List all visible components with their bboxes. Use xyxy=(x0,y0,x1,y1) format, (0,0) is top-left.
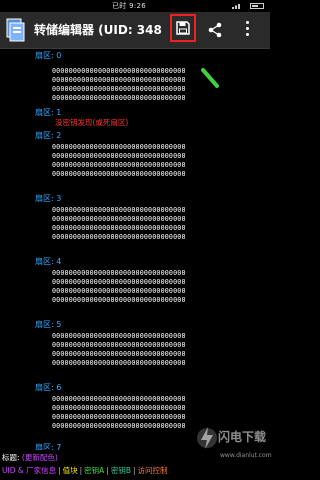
block-row: 00000000000000000000000000000000 xyxy=(52,143,186,151)
block-row: 00000000000000000000000000000000 xyxy=(52,215,186,223)
sector-label: 扇区: 4 xyxy=(35,257,62,266)
save-icon xyxy=(176,21,190,35)
block-row: 00000000000000000000000000000000 xyxy=(52,350,186,358)
battery-icon xyxy=(250,3,264,9)
block-row: 00000000000000000000000000000000 xyxy=(52,341,186,349)
legend-items: UID & 厂家信息 | 值块 | 密钥A | 密钥B | 访问控制 xyxy=(2,466,168,475)
legend-key-b: 密钥B xyxy=(110,466,131,475)
block-row: 00000000000000000000000000000000 xyxy=(52,395,186,403)
block-row: 00000000000000000000000000000000 xyxy=(52,76,186,84)
signal-icon xyxy=(232,4,240,9)
sector-label: 扇区: 5 xyxy=(35,320,62,329)
block-row: 00000000000000000000000000000000 xyxy=(52,94,186,102)
block-row: 00000000000000000000000000000000 xyxy=(52,404,186,412)
sector-error-message: 没密钥发现(或死扇区) xyxy=(55,118,129,127)
watermark: 闪电下载 www.dianlut.com xyxy=(196,424,272,470)
legend-title: 标题: xyxy=(2,453,22,462)
legend-value-block: 值块 xyxy=(62,466,78,475)
block-row: 00000000000000000000000000000000 xyxy=(52,233,186,241)
status-time: 已时 9:26 xyxy=(112,2,147,10)
block-row: 00000000000000000000000000000000 xyxy=(52,152,186,160)
lightning-logo-icon xyxy=(197,427,217,449)
block-row: 00000000000000000000000000000000 xyxy=(52,359,186,367)
sector-label: 扇区: 0 xyxy=(35,51,62,60)
block-row: 00000000000000000000000000000000 xyxy=(52,413,186,421)
sector-label: 扇区: 2 xyxy=(35,131,62,140)
block-row: 00000000000000000000000000000000 xyxy=(52,296,186,304)
app-title: 转储编辑器 (UID: 348B… xyxy=(34,23,162,37)
app-icon xyxy=(6,18,25,42)
share-icon[interactable] xyxy=(208,22,222,38)
watermark-text: 闪电下载 xyxy=(218,430,267,444)
block-row: 00000000000000000000000000000000 xyxy=(52,278,186,286)
block-row: 00000000000000000000000000000000 xyxy=(52,67,186,75)
block-row: 00000000000000000000000000000000 xyxy=(52,422,186,430)
more-vert-icon[interactable] xyxy=(244,21,250,39)
block-row: 00000000000000000000000000000000 xyxy=(52,287,186,295)
block-row: 00000000000000000000000000000000 xyxy=(52,206,186,214)
update-colors-link[interactable]: (更新配色) xyxy=(22,453,58,462)
legend-key-a: 密钥A xyxy=(84,466,105,475)
status-bar: 已时 9:26 xyxy=(0,0,270,12)
block-row: 00000000000000000000000000000000 xyxy=(52,269,186,277)
block-row: 00000000000000000000000000000000 xyxy=(52,332,186,340)
block-row: 00000000000000000000000000000000 xyxy=(52,85,186,93)
pen-icon xyxy=(201,68,219,88)
block-row: 00000000000000000000000000000000 xyxy=(52,161,186,169)
legend-title-line: 标题: (更新配色) xyxy=(2,452,58,463)
legend-access-control: 访问控制 xyxy=(137,466,168,475)
watermark-url: www.dianlut.com xyxy=(220,452,272,459)
save-button[interactable] xyxy=(170,14,196,42)
dump-content: 扇区: 0 00000000000000000000000000000000 0… xyxy=(0,50,270,450)
action-bar: 转储编辑器 (UID: 348B… xyxy=(0,12,270,49)
block-row: 00000000000000000000000000000000 xyxy=(52,224,186,232)
legend-uid: UID & 厂家信息 xyxy=(2,466,57,475)
block-row: 00000000000000000000000000000000 xyxy=(52,170,186,178)
sector-label: 扇区: 3 xyxy=(35,194,62,203)
sector-label: 扇区: 7 xyxy=(35,443,62,450)
sector-label: 扇区: 6 xyxy=(35,383,62,392)
